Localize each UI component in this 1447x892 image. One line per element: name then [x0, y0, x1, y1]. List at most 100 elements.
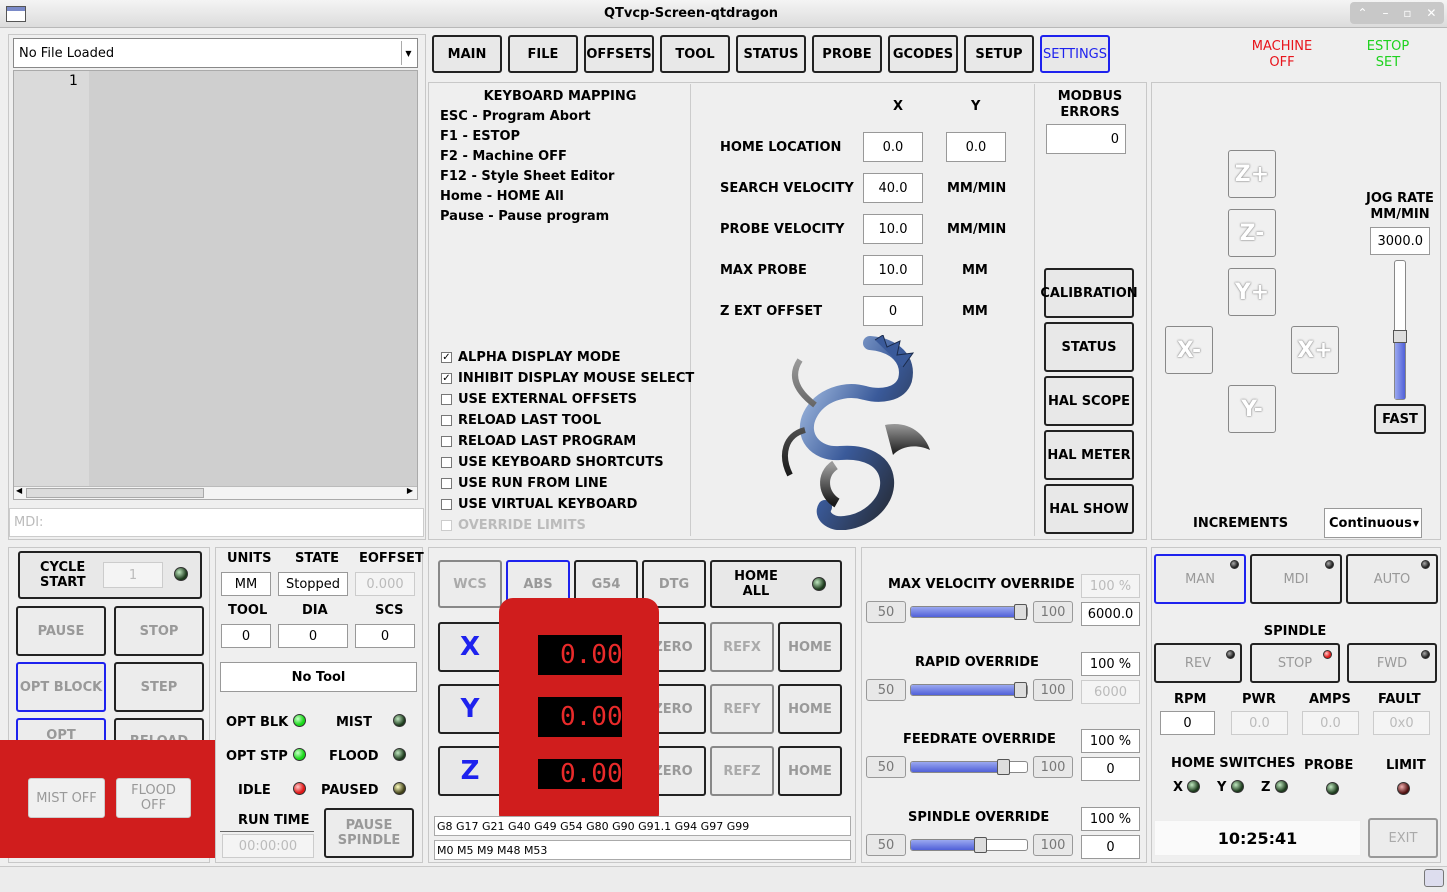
mdi-input[interactable]: MDI:	[9, 508, 424, 537]
spindle-max-button[interactable]: 100	[1033, 834, 1073, 856]
spindle-slider[interactable]	[910, 837, 1028, 853]
slider-handle[interactable]	[1014, 604, 1027, 620]
tab-offsets[interactable]: OFFSETS	[584, 35, 654, 73]
wcs-button[interactable]: WCS	[438, 560, 502, 608]
jog-z-minus-button[interactable]: Z-	[1228, 209, 1276, 257]
rapid-max-button[interactable]: 100	[1033, 679, 1073, 701]
calibration-button[interactable]: CALIBRATION	[1040, 268, 1138, 318]
axis-z-label[interactable]: Z	[438, 746, 502, 796]
checkbox-run-from-line[interactable]	[441, 478, 452, 489]
tab-tool[interactable]: TOOL	[660, 35, 730, 73]
jog-y-minus-button[interactable]: Y-	[1228, 385, 1276, 433]
probe-label: PROBE	[1304, 758, 1354, 773]
rapid-slider[interactable]	[910, 682, 1028, 698]
spindle-min-button[interactable]: 50	[866, 834, 906, 856]
gcode-editor[interactable]: 1 ◀ ▶	[13, 70, 418, 500]
status-button[interactable]: STATUS	[1044, 322, 1134, 372]
pause-button[interactable]: PAUSE	[16, 606, 106, 656]
search-velocity-field[interactable]: 40.0	[863, 173, 923, 203]
keyboard-item: F12 - Style Sheet Editor	[440, 169, 615, 184]
hal-show-button[interactable]: HAL SHOW	[1044, 484, 1134, 534]
slider-handle[interactable]	[1014, 682, 1027, 698]
jog-y-plus-button[interactable]: Y+	[1228, 268, 1276, 316]
max-velocity-min-button[interactable]: 50	[866, 601, 906, 623]
scroll-right-icon[interactable]: ▶	[407, 486, 413, 495]
checkbox-virtual-keyboard[interactable]	[441, 499, 452, 510]
home-x-button[interactable]: HOME	[778, 622, 842, 672]
fault-field: 0x0	[1373, 711, 1430, 735]
checkbox-override-limits[interactable]	[441, 520, 452, 531]
rapid-min-button[interactable]: 50	[866, 679, 906, 701]
tab-gcodes[interactable]: GCODES	[888, 35, 958, 73]
unit-label: MM	[962, 304, 988, 319]
line-number: 1	[69, 73, 78, 89]
pwr-field: 0.0	[1231, 711, 1288, 735]
jog-z-plus-button[interactable]: Z+	[1228, 150, 1276, 198]
exit-button[interactable]: EXIT	[1368, 818, 1438, 858]
feedrate-max-button[interactable]: 100	[1033, 756, 1073, 778]
axis-y-label[interactable]: Y	[438, 684, 502, 734]
start-line-field[interactable]: 1	[103, 562, 163, 588]
spindle-fwd-button[interactable]: FWD	[1347, 643, 1437, 683]
checkbox-keyboard-shortcuts[interactable]	[441, 457, 452, 468]
step-button[interactable]: STEP	[114, 662, 204, 712]
probe-velocity-field[interactable]: 10.0	[863, 214, 923, 244]
tool-name-field: No Tool	[220, 662, 417, 692]
pause-spindle-button[interactable]: PAUSE SPINDLE	[324, 808, 414, 858]
increments-select[interactable]: Continuous ▼	[1324, 508, 1422, 538]
mist-button[interactable]: MIST OFF	[28, 778, 105, 818]
ref-y-button[interactable]: REFY	[710, 684, 774, 734]
slider-handle[interactable]	[996, 759, 1010, 775]
axis-x-label[interactable]: X	[438, 622, 502, 672]
tab-settings[interactable]: SETTINGS	[1040, 35, 1110, 73]
spindle-stop-button[interactable]: STOP	[1250, 643, 1340, 683]
home-z-button[interactable]: HOME	[778, 746, 842, 796]
max-velocity-slider[interactable]	[910, 604, 1028, 620]
resize-grip-icon[interactable]	[1424, 869, 1444, 887]
max-velocity-value[interactable]: 6000.0	[1081, 602, 1140, 626]
jog-rate-field[interactable]: 3000.0	[1370, 227, 1430, 255]
slider-handle[interactable]	[973, 837, 987, 853]
file-selector[interactable]: No File Loaded ▼	[13, 38, 418, 68]
z-ext-offset-field[interactable]: 0	[863, 296, 923, 326]
home-x-led	[1187, 780, 1200, 793]
max-probe-field[interactable]: 10.0	[863, 255, 923, 285]
home-x-field[interactable]: 0.0	[863, 132, 923, 162]
hal-meter-button[interactable]: HAL METER	[1044, 430, 1134, 480]
minimize-icon[interactable]: –	[1382, 6, 1388, 20]
ref-x-button[interactable]: REFX	[710, 622, 774, 672]
jog-rate-slider-handle[interactable]	[1393, 329, 1407, 343]
maximize-icon[interactable]: ▫	[1403, 6, 1411, 20]
fast-button[interactable]: FAST	[1374, 404, 1426, 434]
feedrate-min-button[interactable]: 50	[866, 756, 906, 778]
checkbox-inhibit-mouse[interactable]: ✓	[441, 373, 452, 384]
max-velocity-max-button[interactable]: 100	[1033, 601, 1073, 623]
checkbox-external-offsets[interactable]	[441, 394, 452, 405]
increments-label: INCREMENTS	[1193, 516, 1289, 531]
shade-icon[interactable]: ⌃	[1357, 6, 1367, 20]
close-icon[interactable]: ✕	[1426, 6, 1436, 20]
home-y-button[interactable]: HOME	[778, 684, 842, 734]
ref-z-button[interactable]: REFZ	[710, 746, 774, 796]
flood-button[interactable]: FLOOD OFF	[116, 778, 191, 818]
opt-block-button[interactable]: OPT BLOCK	[16, 662, 106, 712]
tab-file[interactable]: FILE	[508, 35, 578, 73]
feedrate-slider[interactable]	[910, 759, 1028, 775]
home-y-field[interactable]: 0.0	[946, 132, 1006, 162]
jog-rate-slider[interactable]	[1393, 260, 1407, 400]
home-y-switch-label: Y	[1217, 780, 1227, 795]
tab-main[interactable]: MAIN	[432, 35, 502, 73]
jog-x-minus-button[interactable]: X-	[1165, 326, 1213, 374]
horizontal-scrollbar[interactable]: ◀ ▶	[14, 486, 417, 499]
scroll-left-icon[interactable]: ◀	[16, 486, 22, 495]
checkbox-reload-program[interactable]	[441, 436, 452, 447]
tab-setup[interactable]: SETUP	[964, 35, 1034, 73]
checkbox-alpha-display[interactable]: ✓	[441, 352, 452, 363]
checkbox-reload-tool[interactable]	[441, 415, 452, 426]
jog-x-plus-button[interactable]: X+	[1291, 326, 1339, 374]
stop-button[interactable]: STOP	[114, 606, 204, 656]
tab-status[interactable]: STATUS	[736, 35, 806, 73]
spindle-rev-button[interactable]: REV	[1154, 643, 1242, 683]
hal-scope-button[interactable]: HAL SCOPE	[1044, 376, 1134, 426]
tab-probe[interactable]: PROBE	[812, 35, 882, 73]
